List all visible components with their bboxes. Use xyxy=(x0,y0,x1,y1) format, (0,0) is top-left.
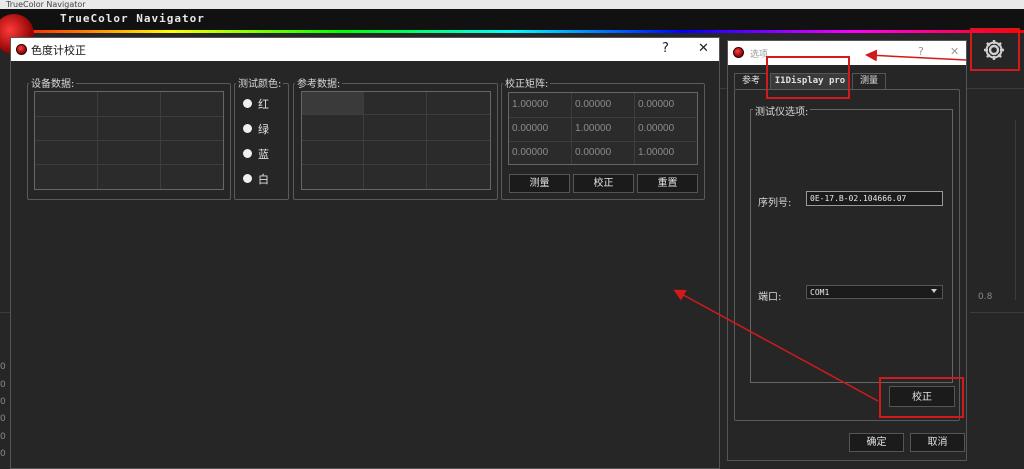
reference-data-label: 参考数据: xyxy=(295,75,343,90)
app-icon xyxy=(733,47,744,58)
serial-number-label: 序列号: xyxy=(758,198,792,209)
radio-label-blue: 蓝 xyxy=(258,148,269,161)
selected-cell xyxy=(302,92,363,114)
bg-axis-value: 0 xyxy=(0,397,6,407)
reference-data-table[interactable] xyxy=(301,91,491,190)
radio-blue[interactable] xyxy=(243,149,252,158)
help-button[interactable]: ? xyxy=(662,41,669,56)
bg-axis-value: 0 xyxy=(0,380,6,390)
matrix-cell: 0.00000 xyxy=(575,147,612,158)
app-window-titlebar: TrueColor Navigator xyxy=(0,0,1024,9)
port-select-value: COM1 xyxy=(810,288,830,297)
tab-reference[interactable]: 参考 xyxy=(734,73,768,89)
device-options-group xyxy=(750,109,953,383)
bg-gridline xyxy=(1015,120,1016,300)
matrix-cell: 0.00000 xyxy=(512,147,549,158)
radio-green[interactable] xyxy=(243,124,252,133)
annotation-highlight-gear xyxy=(970,28,1020,71)
measure-button[interactable]: 测量 xyxy=(509,174,570,193)
bg-divider xyxy=(0,312,10,313)
cancel-button[interactable]: 取消 xyxy=(910,433,965,452)
options-dialog: 选项 ? ✕ 参考 I1Display pro 测量 测试仪选项: 序列号: 0… xyxy=(727,40,967,461)
device-options-label: 测试仪选项: xyxy=(753,103,811,118)
app-icon xyxy=(16,44,27,55)
port-label: 端口: xyxy=(758,292,782,303)
radio-red[interactable] xyxy=(243,99,252,108)
app-header-title: TrueColor Navigator xyxy=(60,12,205,25)
chevron-down-icon[interactable] xyxy=(931,289,937,293)
device-data-table[interactable] xyxy=(34,91,224,190)
port-select[interactable]: COM1 xyxy=(806,285,943,299)
bg-axis-value: 0 xyxy=(0,362,6,372)
bg-axis-value: 0 xyxy=(0,432,6,442)
matrix-cell: 1.00000 xyxy=(575,123,612,134)
radio-label-green: 绿 xyxy=(258,123,269,136)
matrix-cell: 1.00000 xyxy=(638,147,675,158)
ok-button[interactable]: 确定 xyxy=(849,433,904,452)
matrix-cell: 0.00000 xyxy=(638,123,675,134)
close-button[interactable]: ✕ xyxy=(950,45,959,58)
calibrate-button[interactable]: 校正 xyxy=(573,174,634,193)
calibration-matrix-label: 校正矩阵: xyxy=(503,75,551,90)
dialog-titlebar: 色度计校正 ? ✕ xyxy=(11,38,719,61)
serial-number-field[interactable]: 0E-17.B-02.104666.07 xyxy=(806,191,943,206)
tab-measure[interactable]: 测量 xyxy=(852,73,886,89)
bg-axis-value: 0.8 xyxy=(978,292,993,302)
device-data-label: 设备数据: xyxy=(29,75,77,90)
bg-divider xyxy=(970,312,1024,313)
colorimeter-calibration-dialog: 色度计校正 ? ✕ 设备数据: 测试颜色: 红 绿 蓝 白 参考数据: 校正矩阵… xyxy=(10,37,720,469)
radio-label-white: 白 xyxy=(258,173,269,186)
bg-axis-value: 0 xyxy=(0,414,6,424)
annotation-highlight-calibrate xyxy=(879,377,964,418)
radio-white[interactable] xyxy=(243,174,252,183)
matrix-cell: 0.00000 xyxy=(575,99,612,110)
reset-button[interactable]: 重置 xyxy=(637,174,698,193)
matrix-cell: 0.00000 xyxy=(638,99,675,110)
bg-axis-value: 0 xyxy=(0,449,6,459)
radio-label-red: 红 xyxy=(258,98,269,111)
help-button[interactable]: ? xyxy=(918,45,924,58)
calibration-matrix-table: 1.00000 0.00000 0.00000 0.00000 1.00000 … xyxy=(508,92,698,165)
test-color-label: 测试颜色: xyxy=(236,75,284,90)
dialog-title: 色度计校正 xyxy=(31,44,86,57)
matrix-cell: 0.00000 xyxy=(512,123,549,134)
close-button[interactable]: ✕ xyxy=(698,41,709,56)
matrix-cell: 1.00000 xyxy=(512,99,549,110)
